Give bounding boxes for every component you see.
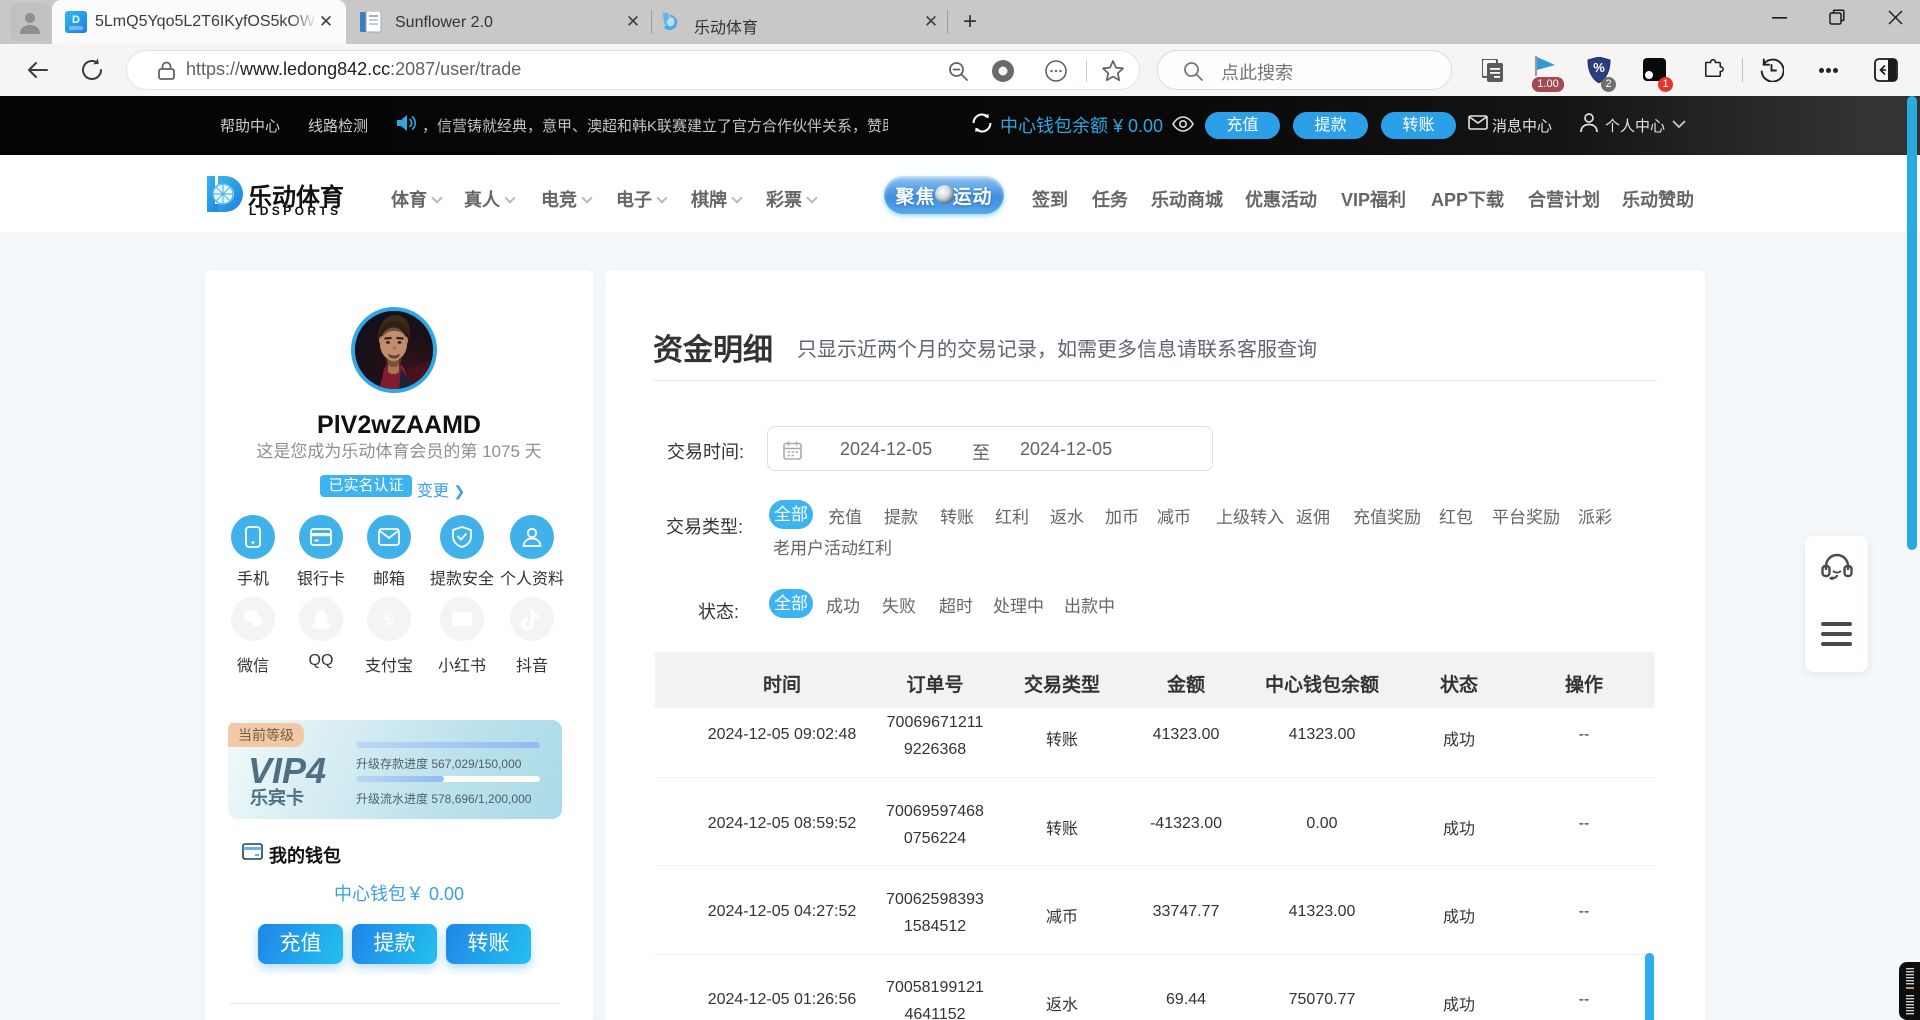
svg-text:D: D [72,14,80,26]
svg-text:支: 支 [381,611,396,628]
svg-text:%: % [1593,60,1605,75]
